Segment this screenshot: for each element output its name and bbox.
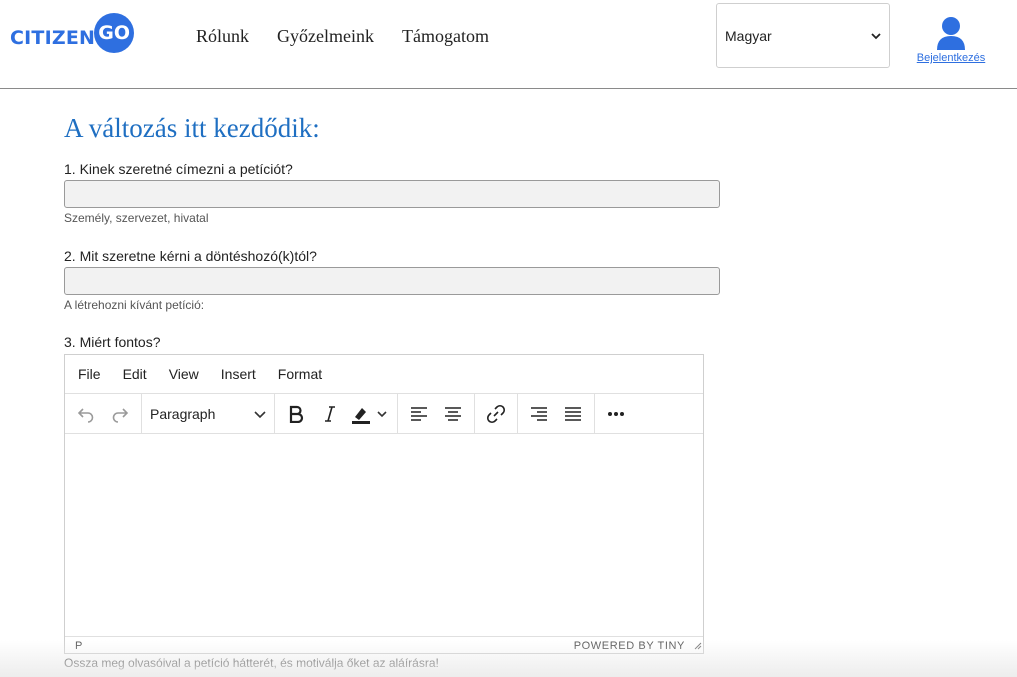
rich-text-editor: File Edit View Insert Format Paragraph P… bbox=[64, 354, 704, 654]
logo-text: CITIZEN bbox=[10, 27, 96, 49]
align-group-2 bbox=[518, 394, 595, 433]
logo-circle: GO bbox=[94, 13, 135, 53]
redo-icon[interactable] bbox=[103, 399, 137, 429]
nav-link-tamogatom[interactable]: Támogatom bbox=[402, 26, 489, 47]
editor-menubar: File Edit View Insert Format bbox=[65, 355, 703, 394]
link-group bbox=[475, 394, 518, 433]
login-link[interactable]: Bejelentkezés bbox=[914, 52, 988, 64]
justify-icon[interactable] bbox=[556, 399, 590, 429]
undo-icon[interactable] bbox=[69, 399, 103, 429]
main-nav: Rólunk Győzelmeink Támogatom bbox=[196, 26, 517, 47]
question-2-label: 2. Mit szeretne kérni a döntéshozó(k)tól… bbox=[64, 248, 317, 264]
align-center-icon[interactable] bbox=[436, 399, 470, 429]
menu-view[interactable]: View bbox=[158, 366, 210, 382]
user-icon[interactable] bbox=[914, 16, 988, 50]
question-1-hint: Személy, szervezet, hivatal bbox=[64, 211, 209, 225]
chevron-down-icon bbox=[871, 29, 881, 43]
site-header: CITIZEN GO Rólunk Győzelmeink Támogatom … bbox=[0, 0, 1017, 89]
format-group: Paragraph bbox=[142, 394, 275, 433]
user-login[interactable]: Bejelentkezés bbox=[914, 16, 988, 64]
language-select[interactable]: Magyar bbox=[716, 3, 890, 68]
menu-edit[interactable]: Edit bbox=[112, 366, 158, 382]
petition-title-input[interactable] bbox=[64, 267, 720, 295]
page-title: A változás itt kezdődik: bbox=[64, 113, 320, 143]
editor-content-area[interactable] bbox=[65, 434, 703, 636]
block-format-select[interactable]: Paragraph bbox=[142, 406, 274, 422]
more-group bbox=[595, 394, 637, 433]
question-3-hint: Ossza meg olvasóival a petíció hátterét,… bbox=[64, 656, 439, 670]
menu-file[interactable]: File bbox=[67, 366, 112, 382]
question-3-label: 3. Miért fontos? bbox=[64, 334, 161, 350]
element-path[interactable]: P bbox=[75, 640, 82, 652]
question-1-label: 1. Kinek szeretné címezni a petíciót? bbox=[64, 161, 293, 177]
editor-statusbar: P POWERED BY TINY bbox=[65, 636, 703, 654]
menu-format[interactable]: Format bbox=[267, 366, 333, 382]
citizengo-logo[interactable]: CITIZEN GO bbox=[10, 13, 135, 53]
question-2-hint: A létrehozni kívánt petíció: bbox=[64, 298, 205, 312]
editor-toolbar: Paragraph bbox=[65, 394, 703, 434]
powered-by-tiny-link[interactable]: POWERED BY TINY bbox=[574, 640, 685, 652]
highlight-icon[interactable] bbox=[347, 399, 393, 429]
align-left-icon[interactable] bbox=[402, 399, 436, 429]
bold-icon[interactable] bbox=[279, 399, 313, 429]
history-group bbox=[65, 394, 142, 433]
style-group bbox=[275, 394, 398, 433]
block-format-value: Paragraph bbox=[150, 405, 216, 422]
more-icon[interactable] bbox=[599, 399, 633, 429]
nav-link-gyozelmeink[interactable]: Győzelmeink bbox=[277, 26, 374, 47]
language-select-value: Magyar bbox=[725, 27, 772, 44]
nav-link-rolunk[interactable]: Rólunk bbox=[196, 26, 249, 47]
resize-handle-icon[interactable] bbox=[693, 641, 702, 653]
link-icon[interactable] bbox=[479, 399, 513, 429]
recipient-input[interactable] bbox=[64, 180, 720, 208]
italic-icon[interactable] bbox=[313, 399, 347, 429]
align-group bbox=[398, 394, 475, 433]
chevron-down-icon bbox=[254, 406, 266, 422]
align-right-icon[interactable] bbox=[522, 399, 556, 429]
menu-insert[interactable]: Insert bbox=[210, 366, 267, 382]
